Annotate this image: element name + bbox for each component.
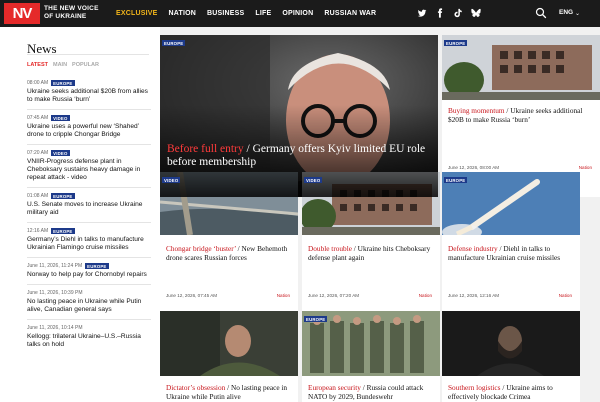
list-item[interactable]: June 11, 2026, 10:39 PM No lasting peace… xyxy=(27,290,151,320)
article-kicker: Double trouble xyxy=(308,244,352,253)
twitter-icon[interactable] xyxy=(417,8,427,18)
news-time: June 11, 2026, 10:39 PM xyxy=(27,290,83,296)
news-time: 01:08 AM xyxy=(27,193,49,199)
article-card[interactable]: EUROPE European security / Russia could … xyxy=(302,311,440,402)
news-headline[interactable]: Ukraine uses a powerful new ‘Shahed’ dro… xyxy=(27,123,151,139)
category-badge: VIDEO xyxy=(304,177,323,183)
article-date: June 12, 2026, 08:00 AM xyxy=(448,165,500,170)
news-headline[interactable]: No lasting peace in Ukraine while Putin … xyxy=(27,298,151,314)
list-item[interactable]: June 11, 2026, 11:24 PM EUROPE Norway to … xyxy=(27,263,151,285)
article-section[interactable]: Nation xyxy=(277,293,290,298)
chevron-down-icon[interactable]: ⌄ xyxy=(575,10,580,17)
list-item[interactable]: June 11, 2026, 10:14 PM Kellogg: trilate… xyxy=(27,325,151,354)
category-badge: EUROPE xyxy=(85,263,109,269)
nav-nation[interactable]: NATION xyxy=(168,10,196,17)
article-section[interactable]: Nation xyxy=(419,293,432,298)
news-headline[interactable]: Ukraine seeks additional $20B from allie… xyxy=(27,88,151,104)
article-section[interactable]: Nation xyxy=(559,293,572,298)
category-badge: VIDEO xyxy=(51,150,70,156)
tab-main[interactable]: MAIN xyxy=(53,62,67,68)
article-headline[interactable]: Double trouble / Ukraine hits Cheboksary… xyxy=(308,244,435,262)
news-time: 07:45 AM xyxy=(27,115,49,121)
nav-life[interactable]: LIFE xyxy=(255,10,271,17)
article-kicker: Southern logistics xyxy=(448,383,501,392)
tiktok-icon[interactable] xyxy=(453,8,463,18)
category-badge: EUROPE xyxy=(51,193,75,199)
tabs-divider xyxy=(27,54,149,55)
nav-opinion[interactable]: OPINION xyxy=(282,10,313,17)
category-badge: VIDEO xyxy=(51,115,70,121)
article-headline[interactable]: Buying momentum / Ukraine seeks addition… xyxy=(448,106,595,124)
news-tabs: LATEST MAIN POPULAR xyxy=(27,62,149,68)
list-item[interactable]: 07:20 AM VIDEO VNIIR-Progress defense pla… xyxy=(27,150,151,188)
category-badge: EUROPE xyxy=(162,40,186,46)
category-badge: EUROPE xyxy=(444,177,468,183)
category-badge: EUROPE xyxy=(444,40,468,46)
tab-latest[interactable]: LATEST xyxy=(27,62,48,68)
article-kicker: European security xyxy=(308,383,361,392)
news-time: 07:20 AM xyxy=(27,150,49,156)
top-bar: NV THE NEW VOICE OF UKRAINE EXCLUSIVE NA… xyxy=(0,0,600,27)
social-links xyxy=(417,8,481,18)
list-item[interactable]: 08:00 AM EUROPE Ukraine seeks additional … xyxy=(27,80,151,110)
list-item[interactable]: 07:45 AM VIDEO Ukraine uses a powerful ne… xyxy=(27,115,151,145)
news-time: June 11, 2026, 11:24 PM xyxy=(27,263,83,269)
hero-headline[interactable]: Before full entry / Germany offers Kyiv … xyxy=(167,143,427,169)
nav-exclusive[interactable]: EXCLUSIVE xyxy=(116,10,157,17)
category-badge: EUROPE xyxy=(304,316,328,322)
hero-article[interactable]: EUROPE Before full entry / Germany offer… xyxy=(160,35,438,197)
news-headline[interactable]: Norway to help pay for Chornobyl repairs xyxy=(27,271,151,279)
nav-russian-war[interactable]: RUSSIAN WAR xyxy=(324,10,376,17)
news-list: 08:00 AM EUROPE Ukraine seeks additional … xyxy=(27,80,151,359)
bluesky-icon[interactable] xyxy=(471,8,481,18)
news-headline[interactable]: U.S. Senate moves to increase Ukraine mi… xyxy=(27,201,151,217)
article-date: June 12, 2026, 07:45 AM xyxy=(166,293,218,298)
news-time: June 11, 2026, 10:14 PM xyxy=(27,325,83,331)
article-kicker: Dictator’s obsession xyxy=(166,383,226,392)
language-selector[interactable]: ENG xyxy=(559,9,573,16)
article-card[interactable]: Dictator’s obsession / No lasting peace … xyxy=(160,311,298,402)
category-badge: EUROPE xyxy=(51,80,75,86)
site-logo-text[interactable]: THE NEW VOICE OF UKRAINE xyxy=(44,5,104,20)
article-date: June 12, 2026, 07:20 AM xyxy=(308,293,360,298)
news-headline[interactable]: Kellogg: trilateral Ukraine–U.S.–Russia … xyxy=(27,333,151,349)
article-kicker: Buying momentum xyxy=(448,106,505,115)
article-headline[interactable]: Chongar bridge ‘buster’ / New Behemoth d… xyxy=(166,244,293,262)
tab-popular[interactable]: POPULAR xyxy=(72,62,99,68)
nav-business[interactable]: BUSINESS xyxy=(207,10,244,17)
category-badge: VIDEO xyxy=(162,177,181,183)
hero-kicker: Before full entry xyxy=(167,143,244,155)
news-time: 12:16 AM xyxy=(27,228,49,234)
article-kicker: Chongar bridge ‘buster’ xyxy=(166,244,236,253)
news-time: 08:00 AM xyxy=(27,80,49,86)
list-item[interactable]: 01:08 AM EUROPE U.S. Senate moves to incr… xyxy=(27,193,151,223)
news-headline[interactable]: Germany’s Diehl in talks to manufacture … xyxy=(27,236,151,252)
list-item[interactable]: 12:16 AM EUROPE Germany’s Diehl in talks … xyxy=(27,228,151,258)
news-grid: EUROPE Before full entry / Germany offer… xyxy=(160,27,600,402)
article-section[interactable]: Nation xyxy=(579,165,592,170)
main-nav: EXCLUSIVE NATION BUSINESS LIFE OPINION R… xyxy=(116,0,376,27)
article-kicker: Defense industry xyxy=(448,244,498,253)
article-card[interactable]: EUROPE Defense industry / Diehl in talks… xyxy=(442,172,580,332)
article-image xyxy=(160,311,298,376)
article-image xyxy=(442,311,580,376)
article-headline[interactable]: Southern logistics / Ukraine aims to eff… xyxy=(448,383,575,401)
article-headline[interactable]: European security / Russia could attack … xyxy=(308,383,435,401)
category-badge: EUROPE xyxy=(51,228,75,234)
news-headline[interactable]: VNIIR-Progress defense plant in Cheboksa… xyxy=(27,158,151,182)
search-icon[interactable] xyxy=(535,7,547,19)
facebook-icon[interactable] xyxy=(435,8,445,18)
article-card[interactable]: Southern logistics / Ukraine aims to eff… xyxy=(442,311,580,402)
article-headline[interactable]: Dictator’s obsession / No lasting peace … xyxy=(166,383,293,401)
site-logo[interactable]: NV xyxy=(4,3,40,24)
article-headline[interactable]: Defense industry / Diehl in talks to man… xyxy=(448,244,575,262)
article-date: June 12, 2026, 12:16 AM xyxy=(448,293,500,298)
